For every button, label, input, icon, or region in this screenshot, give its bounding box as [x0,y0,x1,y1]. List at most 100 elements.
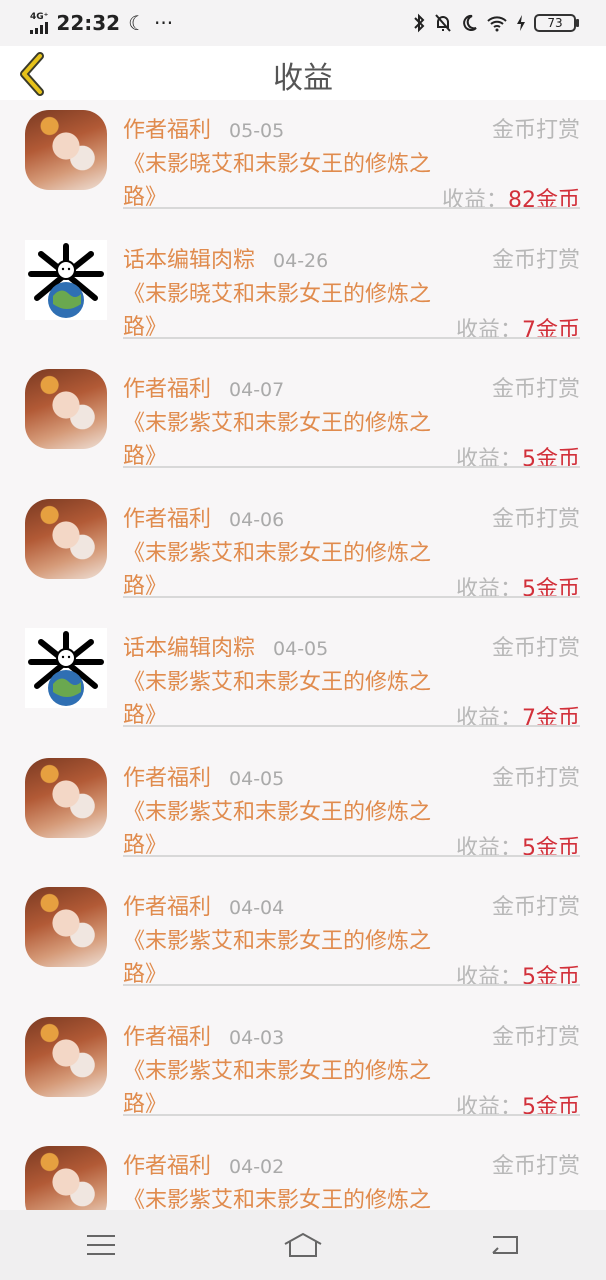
earning-row[interactable]: 作者福利 04-07 金币打赏 《末影紫艾和末影女王的修炼之路》 收益：5金币 [0,359,606,489]
divider [123,984,580,986]
earning-header: 作者福利 04-07 金币打赏 [123,371,580,407]
avatar[interactable] [25,369,107,449]
earning-value: 5金币 [522,965,580,990]
divider [123,336,580,339]
divider [123,466,580,468]
page-title: 收益 [273,61,333,96]
earning-label: 收益： [455,576,522,602]
dnd-moon-icon [463,14,477,31]
book-title[interactable]: 《末影紫艾和末影女王的修炼之路》 [123,1184,580,1210]
author-name[interactable]: 作者福利 [123,760,211,792]
menu-button[interactable] [71,1225,131,1265]
network-type: 4G⁺ [30,11,49,22]
author-name[interactable]: 话本编辑肉粽 [123,242,255,274]
avatar[interactable] [25,887,107,967]
earning-label: 收益： [441,188,508,213]
earning-amount: 收益：5金币 [456,441,580,473]
earning-type: 金币打赏 [491,895,580,920]
avatar[interactable] [25,757,107,838]
author-name[interactable]: 作者福利 [123,1019,211,1051]
author-name[interactable]: 作者福利 [123,501,211,533]
author-name[interactable]: 作者福利 [123,112,211,144]
earning-row[interactable]: 作者福利 05-05 金币打赏 《末影晓艾和末影女王的修炼之路》 收益：82金币 [0,100,606,230]
earning-date: 04-26 [273,249,329,272]
earning-label: 收益： [455,447,522,472]
moon-icon: ☾ [128,11,147,35]
earning-type: 金币打赏 [491,118,580,143]
earning-type: 金币打赏 [491,765,580,791]
earning-date: 04-04 [229,897,285,919]
earning-date: 04-02 [229,1156,285,1178]
wifi-icon [487,16,507,32]
home-icon [284,1232,322,1257]
back-nav-button[interactable] [475,1225,535,1265]
earning-date: 04-06 [229,508,285,531]
earning-header: 作者福利 04-03 金币打赏 [123,1019,580,1055]
earning-amount: 收益：7金币 [456,312,580,344]
earning-label: 收益： [455,317,522,343]
earning-row[interactable]: 作者福利 04-04 金币打赏 《末影紫艾和末影女王的修炼之路》 收益：5金币 [0,877,606,1007]
charging-icon [517,15,525,31]
earning-content: 作者福利 04-04 金币打赏 《末影紫艾和末影女王的修炼之路》 收益：5金币 [123,889,580,991]
avatar[interactable] [25,239,107,320]
author-name[interactable]: 作者福利 [123,371,211,403]
earning-value: 5金币 [522,1094,580,1120]
earnings-list[interactable]: 作者福利 05-05 金币打赏 《末影晓艾和末影女王的修炼之路》 收益：82金币话本编辑… [0,100,606,1210]
earning-content: 作者福利 04-03 金币打赏 《末影紫艾和末影女王的修炼之路》 收益：5金币 [123,1019,580,1121]
author-name[interactable]: 作者福利 [123,1148,211,1180]
earning-header: 话本编辑肉粽 04-05 金币打赏 [123,630,580,666]
system-nav-bar [0,1210,606,1280]
editor-avatar-icon [28,242,104,318]
editor-avatar-icon [28,631,104,706]
earning-content: 作者福利 05-05 金币打赏 《末影晓艾和末影女王的修炼之路》 收益：82金币 [123,112,580,214]
earning-label: 收益： [455,835,522,861]
avatar[interactable] [25,110,107,190]
earning-header: 作者福利 04-06 金币打赏 [123,501,580,537]
earning-type: 金币打赏 [491,506,580,532]
earning-amount: 收益：5金币 [456,830,580,862]
earning-header: 作者福利 04-05 金币打赏 [123,760,580,796]
more-icon: ··· [154,11,174,35]
author-name[interactable]: 作者福利 [123,889,211,921]
earning-row[interactable]: 作者福利 04-06 金币打赏 《末影紫艾和末影女王的修炼之路》 收益：5金币 [0,489,606,619]
signal-icon [30,21,48,34]
earning-row[interactable]: 作者福利 04-05 金币打赏 《末影紫艾和末影女王的修炼之路》 收益：5金币 [0,748,606,878]
earning-value: 7金币 [522,317,580,343]
earning-value: 82金币 [508,188,580,213]
earning-date: 04-05 [273,638,329,660]
clock: 22:32 [56,11,121,35]
earning-content: 作者福利 04-06 金币打赏 《末影紫艾和末影女王的修炼之路》 收益：5金币 [123,501,580,603]
divider [123,207,580,209]
bluetooth-icon [414,13,425,33]
back-icon [492,1236,518,1254]
divider [123,854,580,857]
earning-value: 5金币 [522,576,580,602]
earning-value: 5金币 [522,835,580,861]
earning-amount: 收益：5金币 [456,1089,580,1121]
avatar[interactable] [25,1146,107,1210]
earning-type: 金币打赏 [491,247,580,273]
earning-label: 收益： [455,706,522,731]
earning-value: 5金币 [522,447,580,472]
author-name[interactable]: 话本编辑肉粽 [123,630,255,662]
app-header: 收益 [0,46,606,100]
earning-row[interactable]: 作者福利 04-02 金币打赏《末影紫艾和末影女王的修炼之路》 [0,1136,606,1210]
earning-amount: 收益：82金币 [442,182,580,214]
menu-icon [87,1235,115,1255]
earning-content: 作者福利 04-07 金币打赏 《末影紫艾和末影女王的修炼之路》 收益：5金币 [123,371,580,473]
avatar[interactable] [25,498,107,579]
earning-value: 7金币 [522,706,580,731]
earning-row[interactable]: 话本编辑肉粽 04-26 金币打赏 《末影晓艾和末影女王的修炼之路》 收益：7金币 [0,230,606,360]
earning-type: 金币打赏 [491,1024,580,1050]
home-button[interactable] [273,1225,333,1265]
earning-content: 作者福利 04-02 金币打赏《末影紫艾和末影女王的修炼之路》 [123,1148,580,1210]
divider [123,1113,580,1116]
earning-row[interactable]: 作者福利 04-03 金币打赏 《末影紫艾和末影女王的修炼之路》 收益：5金币 [0,1007,606,1137]
avatar[interactable] [25,628,107,708]
earning-header: 作者福利 04-02 金币打赏 [123,1148,580,1184]
earning-type: 金币打赏 [491,1154,580,1179]
avatar[interactable] [25,1016,107,1097]
earning-amount: 收益：7金币 [456,700,580,732]
network-indicator: 4G⁺ [30,11,49,34]
earning-row[interactable]: 话本编辑肉粽 04-05 金币打赏 《末影紫艾和末影女王的修炼之路》 收益：7金币 [0,618,606,748]
